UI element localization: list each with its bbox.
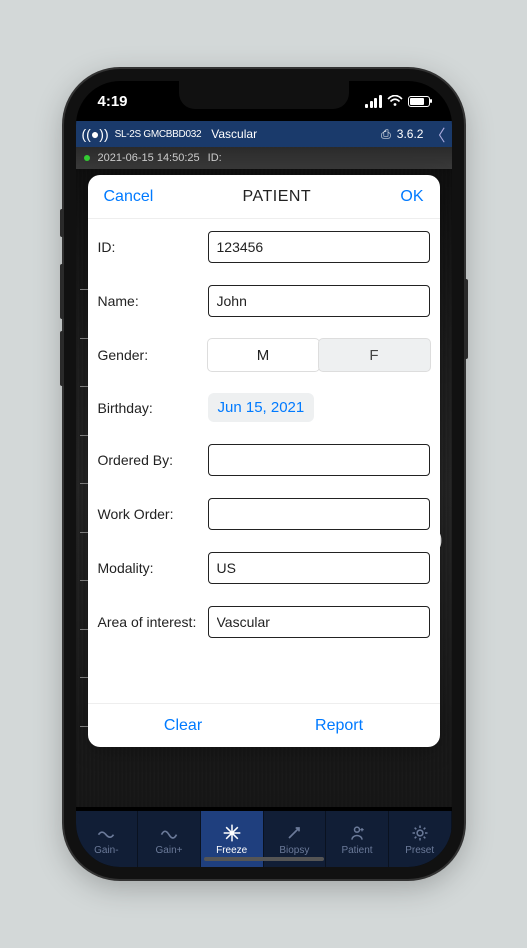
- device-id: SL-2S GMCBBD032: [115, 129, 202, 140]
- gender-f-button[interactable]: F: [319, 339, 430, 371]
- aoi-field[interactable]: [208, 606, 430, 638]
- app-header: ((●)) SL-2S GMCBBD032 Vascular ⎙ 3.6.2 〈: [76, 121, 452, 147]
- needle-icon: [284, 823, 304, 843]
- report-button[interactable]: Report: [315, 717, 363, 735]
- id-field[interactable]: [208, 231, 430, 263]
- nav-label: Gain+: [156, 845, 183, 856]
- work-order-field[interactable]: [208, 498, 430, 530]
- nav-preset[interactable]: Preset: [389, 811, 452, 867]
- patient-icon: [347, 823, 367, 843]
- battery-icon: [408, 96, 430, 107]
- status-time: 4:19: [98, 93, 128, 110]
- ok-button[interactable]: OK: [400, 188, 423, 206]
- nav-label: Gain-: [94, 845, 118, 856]
- name-field[interactable]: [208, 285, 430, 317]
- wave-up-icon: [159, 823, 179, 843]
- name-label: Name:: [98, 293, 208, 309]
- snowflake-icon: [222, 823, 242, 843]
- scan-id-label: ID:: [208, 152, 222, 164]
- nav-label: Freeze: [216, 845, 247, 856]
- nav-label: Preset: [405, 845, 434, 856]
- id-label: ID:: [98, 239, 208, 255]
- scan-timestamp: 2021-06-15 14:50:25: [98, 152, 200, 164]
- scan-info-bar: 2021-06-15 14:50:25 ID:: [76, 147, 452, 169]
- probe-icon: ⎙: [381, 127, 391, 142]
- aoi-label: Area of interest:: [98, 614, 208, 630]
- birthday-label: Birthday:: [98, 400, 208, 416]
- nav-patient[interactable]: Patient: [326, 811, 389, 867]
- gender-label: Gender:: [98, 347, 208, 363]
- dialog-title: PATIENT: [243, 188, 312, 206]
- status-dot-icon: [84, 155, 90, 161]
- patient-dialog: Cancel PATIENT OK ID: Name: Gender: M: [88, 175, 440, 747]
- scan-mode: Vascular: [211, 127, 257, 141]
- nav-gain-down[interactable]: Gain-: [76, 811, 139, 867]
- home-indicator[interactable]: [204, 857, 324, 861]
- app-version: 3.6.2: [397, 127, 424, 141]
- modality-label: Modality:: [98, 560, 208, 576]
- wave-down-icon: [96, 823, 116, 843]
- cancel-button[interactable]: Cancel: [104, 188, 154, 206]
- work-order-label: Work Order:: [98, 506, 208, 522]
- clear-button[interactable]: Clear: [164, 717, 202, 735]
- wifi-icon: [387, 95, 403, 107]
- gear-icon: [410, 823, 430, 843]
- modality-field[interactable]: [208, 552, 430, 584]
- nav-label: Patient: [341, 845, 372, 856]
- chevron-right-icon[interactable]: 〈: [429, 122, 445, 146]
- birthday-button[interactable]: Jun 15, 2021: [208, 393, 315, 422]
- cell-signal-icon: [365, 95, 382, 108]
- ordered-by-label: Ordered By:: [98, 452, 208, 468]
- ordered-by-field[interactable]: [208, 444, 430, 476]
- probe-signal-icon: ((●)): [82, 126, 109, 142]
- nav-gain-up[interactable]: Gain+: [138, 811, 201, 867]
- gender-m-button[interactable]: M: [208, 339, 319, 371]
- nav-label: Biopsy: [279, 845, 309, 856]
